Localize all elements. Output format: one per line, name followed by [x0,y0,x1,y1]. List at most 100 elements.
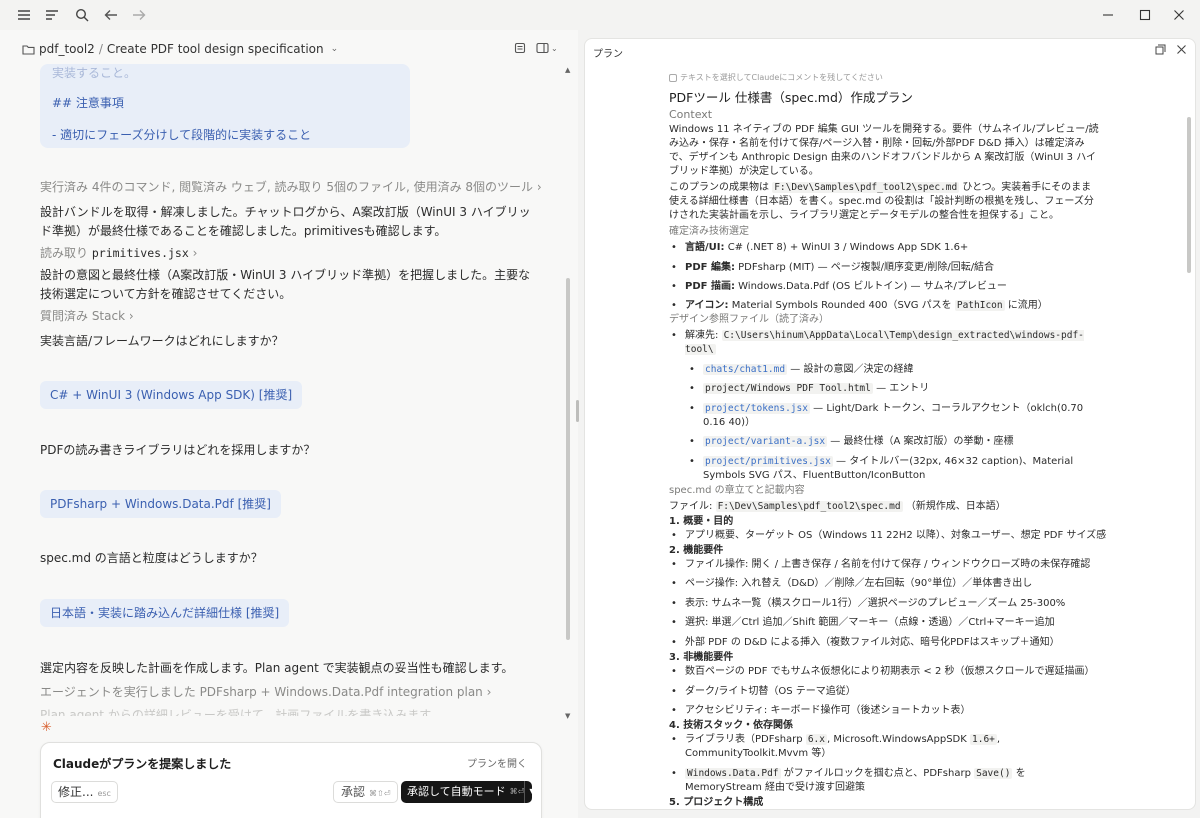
close-icon[interactable] [1176,44,1187,58]
inline-code: F:\Dev\Samples\pdf_tool2\spec.md [772,182,960,193]
inline-code: 1.6+ [970,734,997,745]
approve-button[interactable]: 承認 ⌘⇧⏎ [333,781,399,803]
document-view-icon[interactable] [514,42,526,54]
assistant-text: 選定内容を反映した計画を作成します。Plan agent で実装観点の妥当性も確… [40,661,514,675]
file-item: chats/chat1.md — 設計の意図／決定の経緯 [689,363,913,377]
pane-splitter-handle[interactable] [576,400,579,422]
breadcrumb-project[interactable]: pdf_tool2 [39,42,95,56]
list-item: Windows.Data.Pdf がファイルロックを掴む点と、PDFsharp … [671,767,1091,795]
scroll-up-arrow-icon[interactable]: ▲ [565,66,570,74]
list-item: ダーク/ライト切替（OS テーマ追従） [671,685,856,699]
list-item: PDF 描画: Windows.Data.Pdf (OS ビルトイン) — サム… [671,280,1007,294]
context-paragraph: このプランの成果物は F:\Dev\Samples\pdf_tool2\spec… [669,181,1099,223]
list-item: アプリ概要、ターゲット OS（Windows 11 22H2 以降）、対象ユーザ… [671,529,1106,543]
list-item-text: 外部 PDF の D&D による挿入（複数ファイル対応、暗号化PDFはスキップ＋… [685,637,1060,648]
list-item: ライブラリ表（PDFsharp 6.x, Microsoft.WindowsAp… [671,733,1091,761]
modify-label: 修正... [58,785,94,799]
scrollbar[interactable] [566,278,570,640]
message-list-item: - 適切にフェーズ分けして段階的に実装すること [52,128,312,142]
file-link[interactable]: project/variant-a.jsx [703,436,828,447]
scroll-down-arrow-icon[interactable]: ▼ [565,712,570,720]
breadcrumb[interactable]: pdf_tool2 / Create PDF tool design speci… [22,42,338,56]
panel-toggle-icon[interactable]: ⌄ [536,42,558,54]
list-item: 数百ページの PDF でもサムネ仮想化により初期表示 < 2 秒（仮想スクロール… [671,665,1095,679]
file-link[interactable]: project/primitives.jsx [703,456,833,467]
forward-arrow-icon[interactable] [129,5,149,25]
list-item-text: ダーク/ライト切替（OS テーマ追従） [685,686,856,697]
close-icon[interactable] [1168,5,1190,25]
file-name: project/Windows PDF Tool.html [703,383,873,394]
approve-auto-label: 承認して自動モード [407,785,506,798]
text-fragment: ファイル: [669,501,713,512]
chapter-heading: 3. 非機能要件 [669,652,734,663]
list-item: PDF 編集: PDFsharp (MIT) — ページ複製/順序変更/削除/回… [671,261,994,275]
back-arrow-icon[interactable] [101,5,121,25]
approve-label: 承認 [341,785,366,799]
section-heading: デザイン参照ファイル（読了済み） [669,314,829,325]
maximize-icon[interactable] [1134,5,1156,25]
approve-auto-shortcut: ⌘⏎ [509,787,525,796]
search-icon[interactable] [72,5,92,25]
sidebar-list-icon[interactable] [42,5,62,25]
read-file-name: primitives.jsx [91,246,189,260]
list-item: アイコン: Material Symbols Rounded 400（SVG パ… [671,299,1048,313]
message-heading: ## 注意事項 [52,96,124,110]
answer-1: C# + WinUI 3 (Windows App SDK) [推奨] [40,381,303,409]
hamburger-menu-icon[interactable] [14,5,34,25]
breadcrumb-separator: / [98,42,103,56]
list-item-text: アプリ概要、ターゲット OS（Windows 11 22H2 以降）、対象ユーザ… [685,530,1107,541]
user-message: 実装すること。 ## 注意事項 - 適切にフェーズ分けして段階的に実装すること [40,64,410,148]
inline-code: PathIcon [954,300,1005,311]
item-key: アイコン: [685,300,729,311]
chapter-heading: 1. 概要・目的 [669,516,734,527]
chapter-heading: 2. 機能要件 [669,545,724,556]
approve-shortcut: ⌘⇧⏎ [369,789,391,798]
approve-auto-button[interactable]: 承認して自動モード ⌘⏎ ▼ [401,781,536,803]
agent-run-summary[interactable]: エージェントを実行しました PDFsharp + Windows.Data.Pd… [40,683,491,701]
item-value: C# (.NET 8) + WinUI 3 / Windows App SDK … [727,242,969,253]
file-link[interactable]: chats/chat1.md [703,364,788,375]
text-fragment: このプランの成果物は [669,182,769,193]
asked-summary[interactable]: 質問済み Stack › [40,307,134,325]
message-fragment: 実装すること。 [52,66,137,80]
popout-icon[interactable] [1155,44,1166,58]
item-key: PDF 描画: [685,281,735,292]
list-item: 解凍先: C:\Users\hinum\AppData\Local\Temp\d… [671,329,1091,357]
read-label: 読み取り [40,246,89,260]
inline-code: C:\Users\hinum\AppData\Local\Temp\design… [685,330,1084,355]
title-bar [0,0,1200,30]
minimize-icon[interactable] [1097,5,1119,25]
panel-title: プラン [593,49,623,60]
list-item: 選択: 単選／Ctrl 追加／Shift 範囲／マーキー（点線・透過）／Ctrl… [671,616,1055,630]
breadcrumb-title[interactable]: Create PDF tool design specification [107,42,324,56]
open-plan-link[interactable]: プランを開く [467,755,527,770]
scrollbar[interactable] [1187,117,1191,273]
file-desc: — 設計の意図／決定の経緯 [790,364,914,375]
comment-hint: テキストを選択してClaudeにコメントを残してください [669,72,883,83]
chevron-right-icon: › [486,685,492,699]
chevron-down-icon[interactable]: ▼ [524,781,536,803]
chevron-right-icon: › [536,180,542,194]
file-line: ファイル: F:\Dev\Samples\pdf_tool2\spec.md （… [669,500,1006,514]
chapter-heading: 5. プロジェクト構成 [669,797,764,808]
modify-shortcut: esc [97,789,111,798]
list-item: ページ操作: 入れ替え（D&D）／削除／左右回転（90°単位）／単体書き出し [671,577,1032,591]
comment-hint-text: テキストを選択してClaudeにコメントを残してください [680,73,883,82]
item-value: Windows.Data.Pdf (OS ビルトイン) — サムネ/プレビュー [738,281,1007,292]
list-item-text: 表示: サムネ一覧（横スクロール1行）／選択ページのプレビュー／ズーム 25-3… [685,598,1066,609]
answer-3: 日本語・実装に踏み込んだ詳細仕様 [推奨] [40,599,290,627]
answer-2: PDFsharp + Windows.Data.Pdf [推奨] [40,490,281,518]
read-file-summary[interactable]: 読み取り primitives.jsx › [40,244,197,262]
inline-code: F:\Dev\Samples\pdf_tool2\spec.md [715,501,903,512]
list-item-text: 選択: 単選／Ctrl 追加／Shift 範囲／マーキー（点線・透過）／Ctrl… [685,617,1055,628]
list-item-text: ページ操作: 入れ替え（D&D）／削除／左右回転（90°単位）／単体書き出し [685,578,1033,589]
file-link[interactable]: project/tokens.jsx [703,403,810,414]
question-1: 実装言語/フレームワークはどれにしますか？ [40,334,284,348]
activity-summary[interactable]: 実行済み 4件のコマンド, 閲覧済み ウェブ, 読み取り 5個のファイル, 使用… [40,178,542,196]
modify-button[interactable]: 修正... esc [51,781,118,803]
chapter-heading: 4. 技術スタック・依存関係 [669,720,794,731]
text-fragment: , Microsoft.WindowsAppSDK [826,734,967,745]
chevron-down-icon[interactable]: ⌄ [331,44,339,54]
chevron-right-icon: › [192,246,198,260]
list-item: 表示: サムネ一覧（横スクロール1行）／選択ページのプレビュー／ズーム 25-3… [671,597,1065,611]
